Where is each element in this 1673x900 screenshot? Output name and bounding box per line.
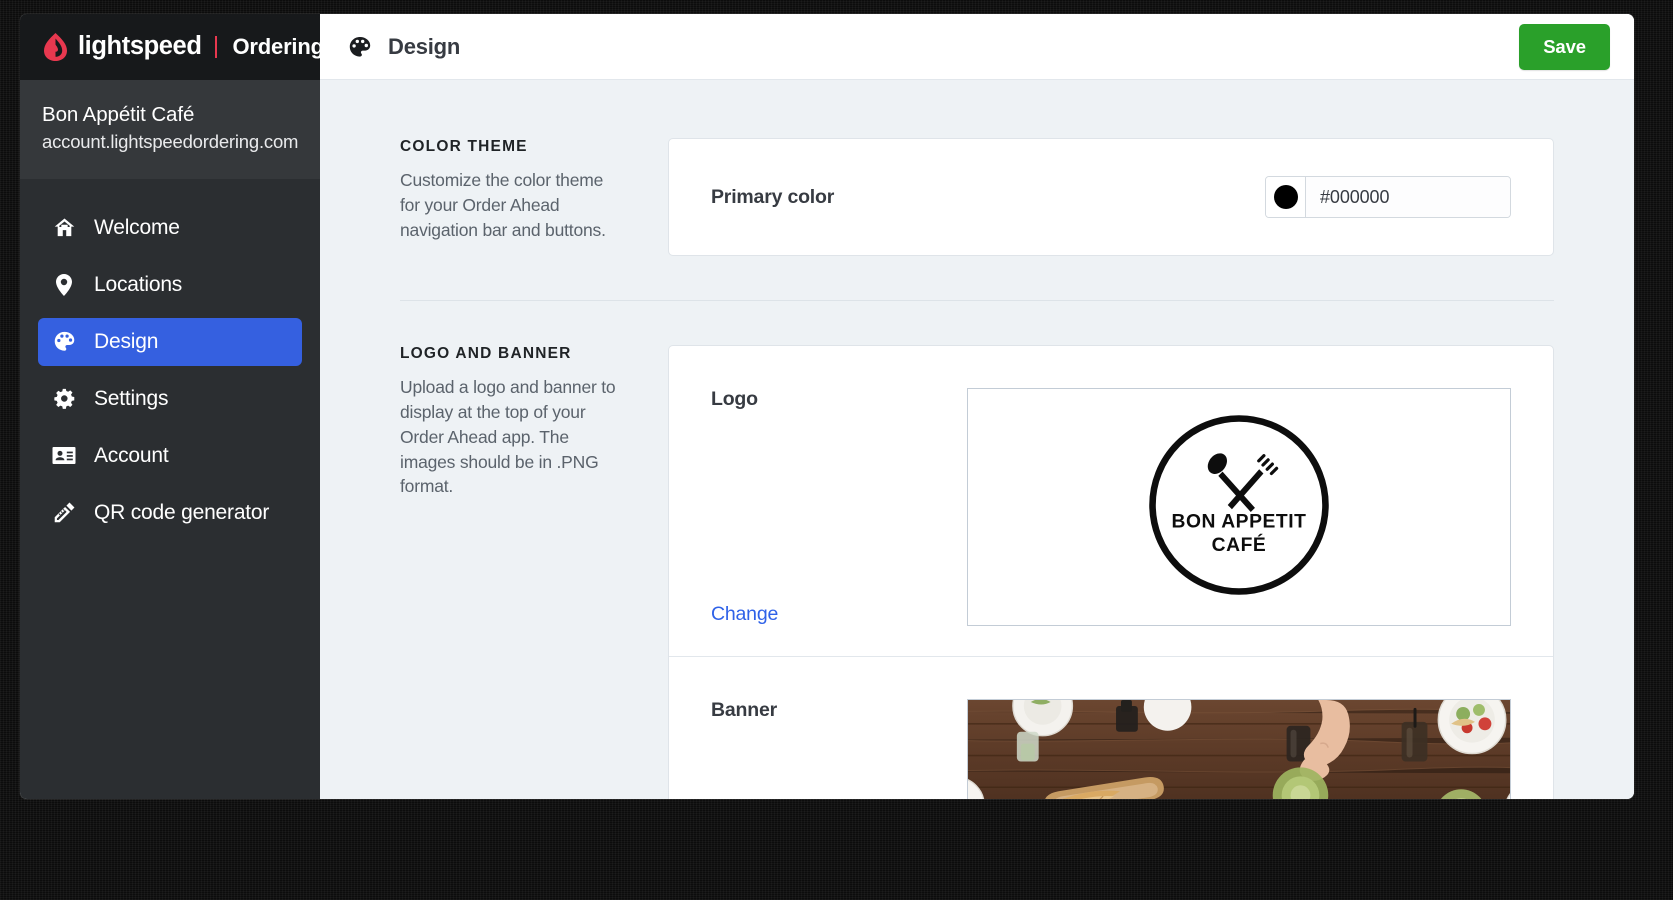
section-logo-banner-info: LOGO AND BANNER Upload a logo and banner… — [400, 345, 668, 799]
sidebar-item-account[interactable]: Account — [38, 432, 302, 480]
sidebar-item-label: Locations — [94, 272, 183, 296]
logo-row: Logo Change BON APPETIT CAFÉ — [669, 346, 1553, 656]
banner-preview-box — [967, 699, 1511, 799]
color-swatch-button[interactable] — [1266, 177, 1306, 217]
section-logo-and-banner: LOGO AND BANNER Upload a logo and banner… — [400, 345, 1554, 799]
section-kicker: COLOR THEME — [400, 138, 528, 155]
account-domain: account.lightspeedordering.com — [42, 130, 299, 152]
save-button[interactable]: Save — [1519, 23, 1610, 70]
brand-separator — [214, 36, 217, 58]
section-description: Upload a logo and banner to display at t… — [400, 377, 616, 497]
banner-row: Banner — [669, 657, 1553, 799]
logo-banner-card: Logo Change BON APPETIT CAFÉ Banner — [668, 345, 1554, 799]
settings-scroll-area[interactable]: COLOR THEME Customize the color theme fo… — [320, 80, 1634, 799]
gear-icon — [52, 387, 76, 411]
sidebar-item-settings[interactable]: Settings — [38, 375, 302, 423]
sidebar-item-label: Welcome — [94, 215, 180, 239]
primary-color-input[interactable] — [1306, 177, 1510, 217]
logo-preview-box: BON APPETIT CAFÉ — [967, 388, 1511, 626]
logo-text-line2: CAFÉ — [1212, 534, 1267, 556]
primary-color-label: Primary color — [711, 185, 835, 208]
sidebar-nav: Welcome Locations Design Settings Accoun… — [20, 180, 320, 546]
topbar: Design Save — [320, 14, 1634, 80]
logo-image: BON APPETIT CAFÉ — [1145, 411, 1333, 604]
logo-change-link[interactable]: Change — [711, 603, 967, 626]
sidebar-item-qr-code-generator[interactable]: QR code generator — [38, 489, 302, 537]
lightspeed-flame-icon — [42, 32, 69, 62]
color-theme-card: Primary color — [668, 138, 1554, 256]
business-name: Bon Appétit Café — [42, 103, 195, 126]
page-title: Design — [388, 33, 461, 59]
primary-color-row: Primary color — [669, 139, 1553, 255]
app-window: lightspeed Ordering Bon Appétit Café acc… — [20, 14, 1634, 799]
banner-row-left: Banner — [711, 699, 967, 799]
map-pin-icon — [52, 273, 76, 297]
banner-label: Banner — [711, 699, 777, 721]
pencil-ruler-icon — [52, 501, 76, 525]
logo-text-line1: BON APPETIT — [1171, 511, 1306, 532]
sidebar-item-design[interactable]: Design — [38, 317, 302, 366]
section-description: Customize the color theme for your Order… — [400, 170, 606, 240]
sidebar-item-label: Account — [94, 443, 169, 467]
section-kicker: LOGO AND BANNER — [400, 345, 572, 362]
section-divider — [400, 300, 1554, 301]
sidebar: lightspeed Ordering Bon Appétit Café acc… — [20, 14, 324, 799]
sidebar-item-welcome[interactable]: Welcome — [38, 204, 302, 252]
banner-image — [968, 700, 1510, 799]
brand-header[interactable]: lightspeed Ordering — [20, 14, 324, 80]
brand-product: Ordering — [232, 34, 325, 59]
section-color-theme-info: COLOR THEME Customize the color theme fo… — [400, 138, 668, 256]
sidebar-item-label: Design — [94, 329, 159, 353]
palette-icon — [52, 330, 76, 354]
logo-label: Logo — [711, 388, 758, 410]
sidebar-item-label: Settings — [94, 386, 169, 410]
main-content: Design Save COLOR THEME Customize the co… — [320, 14, 1634, 799]
sidebar-item-label: QR code generator — [94, 500, 270, 524]
sidebar-item-locations[interactable]: Locations — [38, 261, 302, 309]
section-color-theme: COLOR THEME Customize the color theme fo… — [400, 138, 1554, 256]
primary-color-field[interactable] — [1265, 176, 1511, 218]
brand-name: lightspeed — [78, 32, 202, 61]
id-card-icon — [52, 444, 76, 468]
logo-row-left: Logo Change — [711, 388, 967, 626]
account-block: Bon Appétit Café account.lightspeedorder… — [20, 80, 320, 180]
home-icon — [52, 216, 76, 240]
color-swatch — [1273, 185, 1298, 209]
palette-icon — [348, 35, 372, 59]
screenshot-frame: lightspeed Ordering Bon Appétit Café acc… — [0, 0, 1673, 900]
